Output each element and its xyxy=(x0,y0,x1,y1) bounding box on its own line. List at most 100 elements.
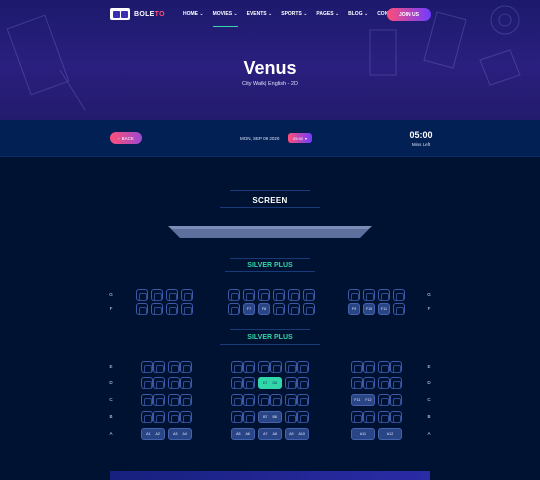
seat[interactable] xyxy=(378,289,390,301)
seat[interactable] xyxy=(243,289,255,301)
seat[interactable] xyxy=(228,289,240,301)
seat[interactable] xyxy=(168,377,180,389)
seat[interactable] xyxy=(243,361,255,373)
seat[interactable] xyxy=(151,289,163,301)
seat[interactable] xyxy=(181,289,193,301)
nav-item-movies[interactable]: MOVIES ⌄ xyxy=(212,11,238,27)
seat-f10[interactable]: F10 xyxy=(363,303,375,315)
seat[interactable] xyxy=(141,394,153,406)
seat[interactable] xyxy=(180,411,192,423)
seat[interactable] xyxy=(378,377,390,389)
seat[interactable] xyxy=(285,394,297,406)
row-label-left-c: C xyxy=(109,397,113,402)
nav-item-home[interactable]: HOME ⌄ xyxy=(183,11,204,17)
seat[interactable] xyxy=(270,361,282,373)
seat[interactable] xyxy=(180,361,192,373)
seat[interactable] xyxy=(180,377,192,389)
seat[interactable] xyxy=(285,377,297,389)
seat-booked-pair[interactable]: A11 xyxy=(351,428,375,440)
hero-banner: BOLETO HOME ⌄ MOVIES ⌄ EVENTS ⌄ SPORTS ⌄… xyxy=(0,0,540,120)
seat[interactable] xyxy=(270,394,282,406)
seat[interactable] xyxy=(378,361,390,373)
seat[interactable] xyxy=(285,361,297,373)
seat-booked-pair[interactable]: F11 F12 xyxy=(351,394,375,406)
time-select[interactable]: 09:40 ▾ xyxy=(288,133,312,143)
seat[interactable] xyxy=(297,361,309,373)
seat[interactable] xyxy=(351,361,363,373)
seat[interactable] xyxy=(151,303,163,315)
seat-booked-pair[interactable]: A7 A8 xyxy=(258,428,282,440)
seat[interactable] xyxy=(297,411,309,423)
seat-f7[interactable]: F7 xyxy=(243,303,255,315)
seat-f9[interactable]: F9 xyxy=(348,303,360,315)
seat[interactable] xyxy=(378,411,390,423)
seat[interactable] xyxy=(166,289,178,301)
seat[interactable] xyxy=(180,394,192,406)
seat[interactable] xyxy=(231,377,243,389)
seat-booked-pair[interactable]: A3 A4 xyxy=(168,428,192,440)
seat[interactable] xyxy=(168,361,180,373)
seat[interactable] xyxy=(288,303,300,315)
seat[interactable] xyxy=(393,289,405,301)
back-button[interactable]: ‹ BACK xyxy=(110,132,142,144)
seat-booked-pair[interactable]: B7 B8 xyxy=(258,411,282,423)
seat-booked-pair[interactable]: A12 xyxy=(378,428,402,440)
seat[interactable] xyxy=(273,289,285,301)
seat[interactable] xyxy=(136,303,148,315)
seat[interactable] xyxy=(168,411,180,423)
seat[interactable] xyxy=(166,303,178,315)
seat[interactable] xyxy=(390,394,402,406)
seat-booked-pair[interactable]: A1 A2 xyxy=(141,428,165,440)
seat[interactable] xyxy=(258,394,270,406)
seat[interactable] xyxy=(141,411,153,423)
seat[interactable] xyxy=(228,303,240,315)
seat[interactable] xyxy=(243,394,255,406)
nav-item-blog[interactable]: BLOG ⌄ xyxy=(348,11,368,17)
seat[interactable] xyxy=(258,289,270,301)
seat[interactable] xyxy=(363,377,375,389)
seat-f11[interactable]: F11 xyxy=(378,303,390,315)
seat[interactable] xyxy=(258,361,270,373)
seat[interactable] xyxy=(168,394,180,406)
seat-f8[interactable]: F8 xyxy=(258,303,270,315)
seat[interactable] xyxy=(393,303,405,315)
seat[interactable] xyxy=(231,361,243,373)
seat[interactable] xyxy=(390,377,402,389)
seat[interactable] xyxy=(378,394,390,406)
seat[interactable] xyxy=(363,361,375,373)
seat[interactable] xyxy=(153,411,165,423)
seat[interactable] xyxy=(153,361,165,373)
seat[interactable] xyxy=(285,411,297,423)
nav-item-pages[interactable]: PAGES ⌄ xyxy=(316,11,339,17)
seat[interactable] xyxy=(348,289,360,301)
seat[interactable] xyxy=(141,361,153,373)
seat[interactable] xyxy=(243,377,255,389)
seat[interactable] xyxy=(363,411,375,423)
seat[interactable] xyxy=(153,377,165,389)
seat[interactable] xyxy=(351,377,363,389)
seat[interactable] xyxy=(303,303,315,315)
seat[interactable] xyxy=(297,377,309,389)
seat[interactable] xyxy=(351,411,363,423)
seat-booked-pair[interactable]: A9 A10 xyxy=(285,428,309,440)
seat[interactable] xyxy=(231,411,243,423)
seat[interactable] xyxy=(231,394,243,406)
join-us-button[interactable]: JOIN US xyxy=(387,8,431,21)
seat[interactable] xyxy=(243,411,255,423)
seat[interactable] xyxy=(181,303,193,315)
nav-item-sports[interactable]: SPORTS ⌄ xyxy=(281,11,307,17)
seat-selected-pair[interactable]: D7 D8 xyxy=(258,377,282,389)
seat[interactable] xyxy=(390,361,402,373)
seat-booked-pair[interactable]: A5 A6 xyxy=(231,428,255,440)
seat[interactable] xyxy=(303,289,315,301)
seat[interactable] xyxy=(153,394,165,406)
seat[interactable] xyxy=(288,289,300,301)
seat[interactable] xyxy=(297,394,309,406)
seat[interactable] xyxy=(141,377,153,389)
brand-logo[interactable]: BOLETO xyxy=(110,8,165,20)
seat[interactable] xyxy=(390,411,402,423)
seat[interactable] xyxy=(273,303,285,315)
seat[interactable] xyxy=(136,289,148,301)
nav-item-events[interactable]: EVENTS ⌄ xyxy=(247,11,273,17)
seat[interactable] xyxy=(363,289,375,301)
